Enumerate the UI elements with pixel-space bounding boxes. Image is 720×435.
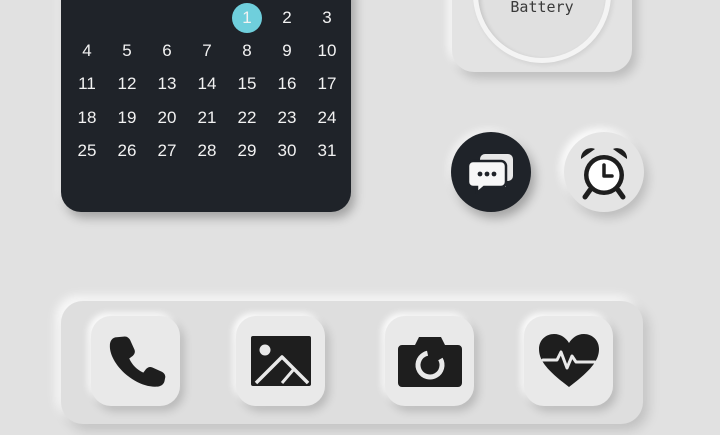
calendar-day[interactable]: 17 [307,69,347,99]
calendar-day[interactable]: 25 [67,136,107,166]
calendar-day[interactable]: 31 [307,136,347,166]
calendar-day[interactable]: 11 [67,69,107,99]
photos-app[interactable] [236,316,325,406]
calendar-day[interactable]: 6 [147,36,187,66]
calendar-widget[interactable]: 1 2 3 4 5 6 7 8 9 10 11 12 13 14 15 16 17 18 19 20 21 22 23 24 2… [61,0,351,212]
calendar-day[interactable]: 18 [67,103,107,133]
calendar-day[interactable]: 12 [107,69,147,99]
calendar-day[interactable]: 5 [107,36,147,66]
heart-pulse-icon [538,334,599,387]
app-dock [61,301,643,424]
calendar-day[interactable]: 19 [107,103,147,133]
calendar-day[interactable]: 14 [187,69,227,99]
image-icon [250,336,311,386]
calendar-day[interactable]: 4 [67,36,107,66]
camera-app[interactable] [385,316,474,406]
calendar-day[interactable]: 10 [307,36,347,66]
alarm-clock-icon [580,148,628,200]
calendar-day[interactable]: 28 [187,136,227,166]
calendar-day[interactable]: 24 [307,103,347,133]
calendar-day[interactable]: 22 [227,103,267,133]
calendar-day-today[interactable]: 1 [227,3,267,33]
calendar-day[interactable]: 27 [147,136,187,166]
phone-app[interactable] [91,316,180,406]
calendar-day[interactable]: 15 [227,69,267,99]
calendar-day[interactable]: 30 [267,136,307,166]
messages-button[interactable] [451,132,531,212]
calendar-day[interactable]: 16 [267,69,307,99]
calendar-day[interactable]: 7 [187,36,227,66]
clock-button[interactable] [564,132,644,212]
calendar-day[interactable]: 2 [267,3,307,33]
calendar-day[interactable]: 13 [147,69,187,99]
chat-bubbles-icon [466,154,513,194]
calendar-day[interactable]: 3 [307,3,347,33]
battery-widget[interactable]: Battery [452,0,632,72]
health-app[interactable] [524,316,613,406]
calendar-day[interactable]: 29 [227,136,267,166]
calendar-day[interactable]: 26 [107,136,147,166]
camera-icon [397,337,462,387]
calendar-day[interactable]: 23 [267,103,307,133]
battery-label: Battery [510,0,574,16]
calendar-day[interactable]: 8 [227,36,267,66]
calendar-day[interactable]: 9 [267,36,307,66]
phone-icon [109,336,165,387]
calendar-day[interactable]: 20 [147,103,187,133]
calendar-day[interactable]: 21 [187,103,227,133]
